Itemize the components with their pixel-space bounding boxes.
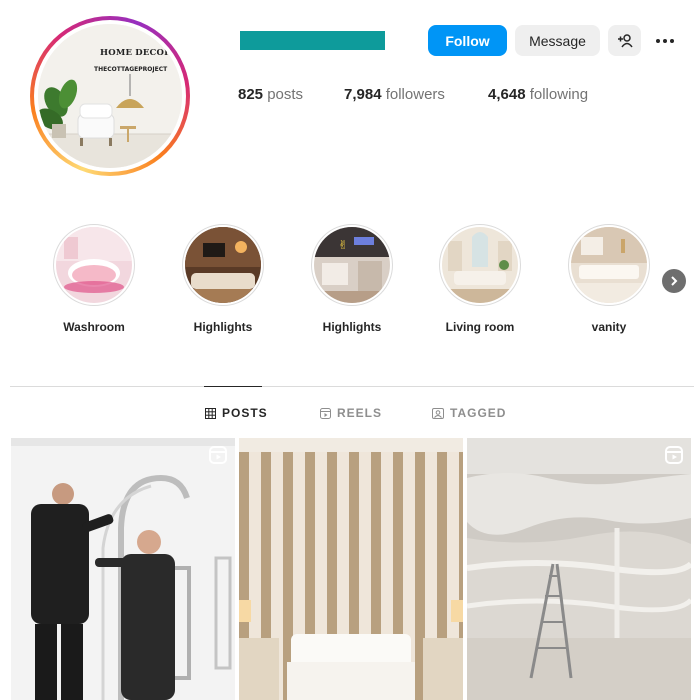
suggested-accounts-button[interactable]	[608, 25, 641, 56]
highlight-label: Highlights	[193, 320, 253, 334]
avatar[interactable]: HOME DECOR THECOTTAGEPROJECT	[38, 24, 182, 168]
grid-icon	[205, 407, 216, 419]
highlight-cover	[442, 227, 518, 303]
tab-tagged[interactable]: TAGGED	[432, 406, 506, 420]
highlight-label: Living room	[445, 320, 515, 334]
post-tile-3[interactable]	[467, 438, 691, 700]
tagged-icon	[432, 407, 444, 419]
avatar-text-line2: THECOTTAGEPROJECT	[94, 66, 168, 73]
tab-label: REELS	[337, 406, 383, 420]
highlight-cover: ✌	[314, 227, 390, 303]
username-redacted	[240, 31, 385, 50]
active-tab-indicator	[204, 386, 262, 387]
tabs-divider	[10, 386, 694, 387]
highlight-living-room[interactable]: Living room	[430, 224, 530, 334]
add-person-icon	[617, 33, 633, 47]
follow-button[interactable]: Follow	[428, 25, 507, 56]
reels-icon	[320, 407, 331, 419]
avatar-gap: HOME DECOR THECOTTAGEPROJECT	[34, 20, 186, 172]
highlight-label: Highlights	[322, 320, 382, 334]
highlight-label: Washroom	[63, 320, 125, 334]
highlight-label: vanity	[591, 320, 627, 334]
profile-avatar-ring[interactable]: HOME DECOR THECOTTAGEPROJECT	[30, 16, 190, 176]
highlight-cover	[571, 227, 647, 303]
tab-label: POSTS	[222, 406, 268, 420]
highlight-highlights-1[interactable]: Highlights	[173, 224, 273, 334]
highlight-cover	[56, 227, 132, 303]
reel-icon	[665, 446, 683, 464]
posts-count: 825 posts	[238, 86, 304, 103]
chevron-right-icon	[671, 276, 678, 286]
avatar-text-line1: HOME DECOR	[100, 48, 172, 58]
more-options-icon[interactable]	[653, 33, 677, 49]
followers-count[interactable]: 7,984 followers	[344, 86, 445, 103]
tab-reels[interactable]: REELS	[320, 406, 382, 420]
svg-text:✌: ✌	[338, 238, 348, 252]
highlight-washroom[interactable]: Washroom	[44, 224, 144, 334]
post-tile-2[interactable]	[239, 438, 463, 700]
highlight-cover	[185, 227, 261, 303]
post-tile-1[interactable]	[11, 438, 235, 700]
highlight-highlights-2[interactable]: ✌ Highlights	[302, 224, 402, 334]
tab-posts[interactable]: POSTS	[205, 406, 268, 420]
tab-label: TAGGED	[450, 406, 507, 420]
highlights-next-button[interactable]	[662, 269, 686, 293]
following-count[interactable]: 4,648 following	[488, 86, 588, 103]
highlight-vanity[interactable]: vanity	[559, 224, 659, 334]
message-button[interactable]: Message	[515, 25, 600, 56]
reel-icon	[209, 446, 227, 464]
